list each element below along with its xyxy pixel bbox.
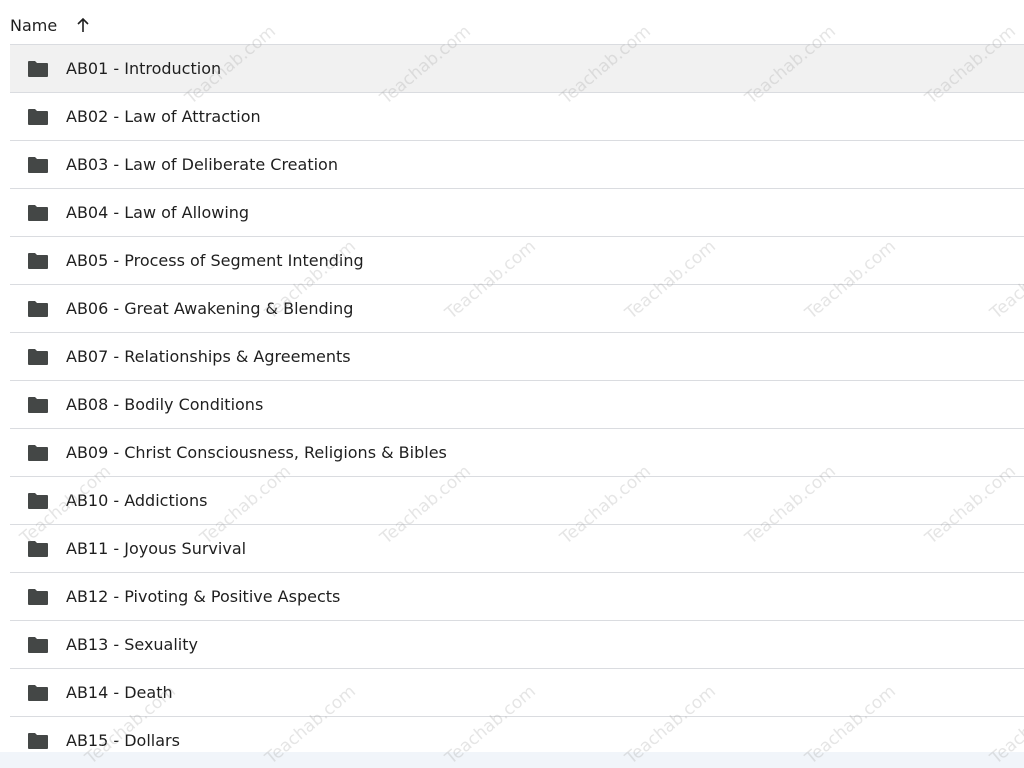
- folder-name: AB11 - Joyous Survival: [66, 539, 247, 558]
- list-header: Name: [10, 6, 91, 44]
- folder-icon: [27, 252, 49, 270]
- folder-icon: [27, 540, 49, 558]
- folder-name: AB08 - Bodily Conditions: [66, 395, 264, 414]
- folder-name: AB03 - Law of Deliberate Creation: [66, 155, 338, 174]
- list-item[interactable]: AB02 - Law of Attraction: [10, 92, 1024, 140]
- list-item[interactable]: AB05 - Process of Segment Intending: [10, 236, 1024, 284]
- folder-icon: [27, 108, 49, 126]
- file-list: AB01 - Introduction AB02 - Law of Attract…: [10, 44, 1024, 764]
- name-column-header[interactable]: Name: [10, 16, 57, 35]
- list-item[interactable]: AB09 - Christ Consciousness, Religions &…: [10, 428, 1024, 476]
- folder-name: AB14 - Death: [66, 683, 173, 702]
- folder-name: AB06 - Great Awakening & Blending: [66, 299, 354, 318]
- list-item[interactable]: AB11 - Joyous Survival: [10, 524, 1024, 572]
- folder-icon: [27, 492, 49, 510]
- list-item[interactable]: AB06 - Great Awakening & Blending: [10, 284, 1024, 332]
- list-item[interactable]: AB08 - Bodily Conditions: [10, 380, 1024, 428]
- folder-icon: [27, 636, 49, 654]
- folder-icon: [27, 60, 49, 78]
- folder-icon: [27, 684, 49, 702]
- folder-name: AB12 - Pivoting & Positive Aspects: [66, 587, 341, 606]
- folder-name: AB07 - Relationships & Agreements: [66, 347, 351, 366]
- folder-name: AB01 - Introduction: [66, 59, 222, 78]
- list-item[interactable]: AB01 - Introduction: [10, 44, 1024, 92]
- folder-name: AB15 - Dollars: [66, 731, 180, 750]
- folder-icon: [27, 204, 49, 222]
- folder-name: AB04 - Law of Allowing: [66, 203, 250, 222]
- list-item[interactable]: AB13 - Sexuality: [10, 620, 1024, 668]
- list-item[interactable]: AB07 - Relationships & Agreements: [10, 332, 1024, 380]
- folder-name: AB10 - Addictions: [66, 491, 208, 510]
- folder-name: AB02 - Law of Attraction: [66, 107, 261, 126]
- list-item[interactable]: AB03 - Law of Deliberate Creation: [10, 140, 1024, 188]
- arrow-up-icon[interactable]: [75, 16, 91, 34]
- bottom-bar: [0, 752, 1024, 768]
- folder-name: AB09 - Christ Consciousness, Religions &…: [66, 443, 447, 462]
- list-item[interactable]: AB04 - Law of Allowing: [10, 188, 1024, 236]
- folder-icon: [27, 348, 49, 366]
- folder-icon: [27, 588, 49, 606]
- folder-icon: [27, 444, 49, 462]
- folder-icon: [27, 732, 49, 750]
- folder-icon: [27, 156, 49, 174]
- folder-name: AB05 - Process of Segment Intending: [66, 251, 364, 270]
- list-item[interactable]: AB14 - Death: [10, 668, 1024, 716]
- folder-icon: [27, 300, 49, 318]
- file-browser: Name AB01 - Introduction AB02 - Law of At…: [0, 0, 1024, 768]
- folder-name: AB13 - Sexuality: [66, 635, 198, 654]
- list-item[interactable]: AB10 - Addictions: [10, 476, 1024, 524]
- list-item[interactable]: AB12 - Pivoting & Positive Aspects: [10, 572, 1024, 620]
- folder-icon: [27, 396, 49, 414]
